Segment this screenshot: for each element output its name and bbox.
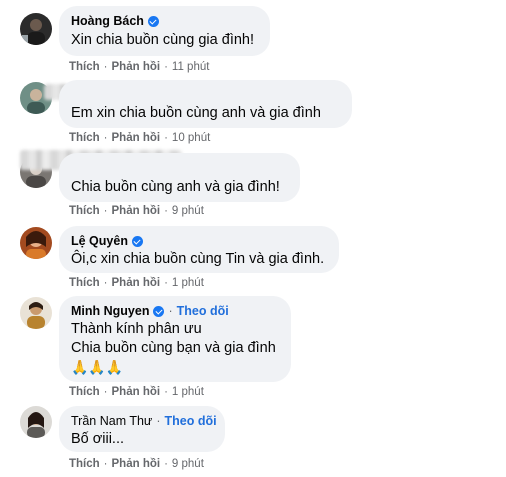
reply-button[interactable]: Phản hồi [112,132,161,144]
timestamp[interactable]: 10 phút [172,132,210,144]
comment-actions: Thích · Phản hồi · 11 phút [69,61,210,73]
comment-actions: Thích · Phản hồi · 1 phút [69,386,204,398]
comment-bubble: Chia buồn cùng anh và gia đình! [59,153,300,202]
timestamp[interactable]: 11 phút [172,61,210,73]
reply-button[interactable]: Phản hồi [112,205,161,217]
timestamp[interactable]: 1 phút [172,277,204,289]
like-button[interactable]: Thích [69,386,100,398]
verified-badge-icon [153,305,165,317]
reply-button[interactable]: Phản hồi [112,61,161,73]
comment-bubble: Trần Nam Thư · Theo dõi Bố ơiii... [59,406,225,452]
comment-bubble: Hoàng Bách Xin chia buồn cùng gia đình! [59,6,270,56]
author-name[interactable]: Minh Nguyen [71,303,149,319]
comment-actions: Thích · Phản hồi · 10 phút [69,132,211,144]
like-button[interactable]: Thích [69,205,100,217]
follow-button[interactable]: Theo dõi [164,413,216,429]
reply-button[interactable]: Phản hồi [112,458,161,470]
comment-text-line: Thành kính phân ưu [71,321,202,337]
comment-bubble: Lệ Quyên Ôi,c xin chia buồn cùng Tin và … [59,226,339,273]
comment-actions: Thích · Phản hồi · 1 phút [69,277,204,289]
comment-text: Em xin chia buồn cùng anh và gia đình [71,105,321,121]
author-name[interactable]: Lệ Quyên [71,233,128,249]
verified-badge-icon [147,15,159,27]
comment-text: Xin chia buồn cùng gia đình! [71,32,254,48]
verified-badge-icon [131,235,143,247]
avatar[interactable] [20,13,52,45]
comment-actions: Thích · Phản hồi · 9 phút [69,205,204,217]
like-button[interactable]: Thích [69,61,100,73]
author-name[interactable]: Hoàng Bách [71,13,144,29]
avatar[interactable] [20,406,52,438]
avatar[interactable] [20,297,52,329]
comment-bubble: Minh Nguyen · Theo dõi Thành kính phân ư… [59,296,291,382]
like-button[interactable]: Thích [69,277,100,289]
timestamp[interactable]: 9 phút [172,205,204,217]
folded-hands-emoji: 🙏🙏🙏 [71,359,124,375]
timestamp[interactable]: 1 phút [172,386,204,398]
author-name[interactable]: Trần Nam Thư [71,413,152,429]
like-button[interactable]: Thích [69,132,100,144]
comment-text: Chia buồn cùng anh và gia đình! [71,179,280,195]
follow-button[interactable]: Theo dõi [177,303,229,319]
comment-text-line: Chia buồn cùng bạn và gia đình [71,340,276,356]
timestamp[interactable]: 9 phút [172,458,204,470]
like-button[interactable]: Thích [69,458,100,470]
comment-text: Bố ơiii... [71,431,125,447]
avatar[interactable] [20,227,52,259]
comment-bubble: Em xin chia buồn cùng anh và gia đình [59,80,352,128]
comment-actions: Thích · Phản hồi · 9 phút [69,458,204,470]
comment-text: Ôi,c xin chia buồn cùng Tin và gia đình. [71,251,325,267]
reply-button[interactable]: Phản hồi [112,277,161,289]
reply-button[interactable]: Phản hồi [112,386,161,398]
